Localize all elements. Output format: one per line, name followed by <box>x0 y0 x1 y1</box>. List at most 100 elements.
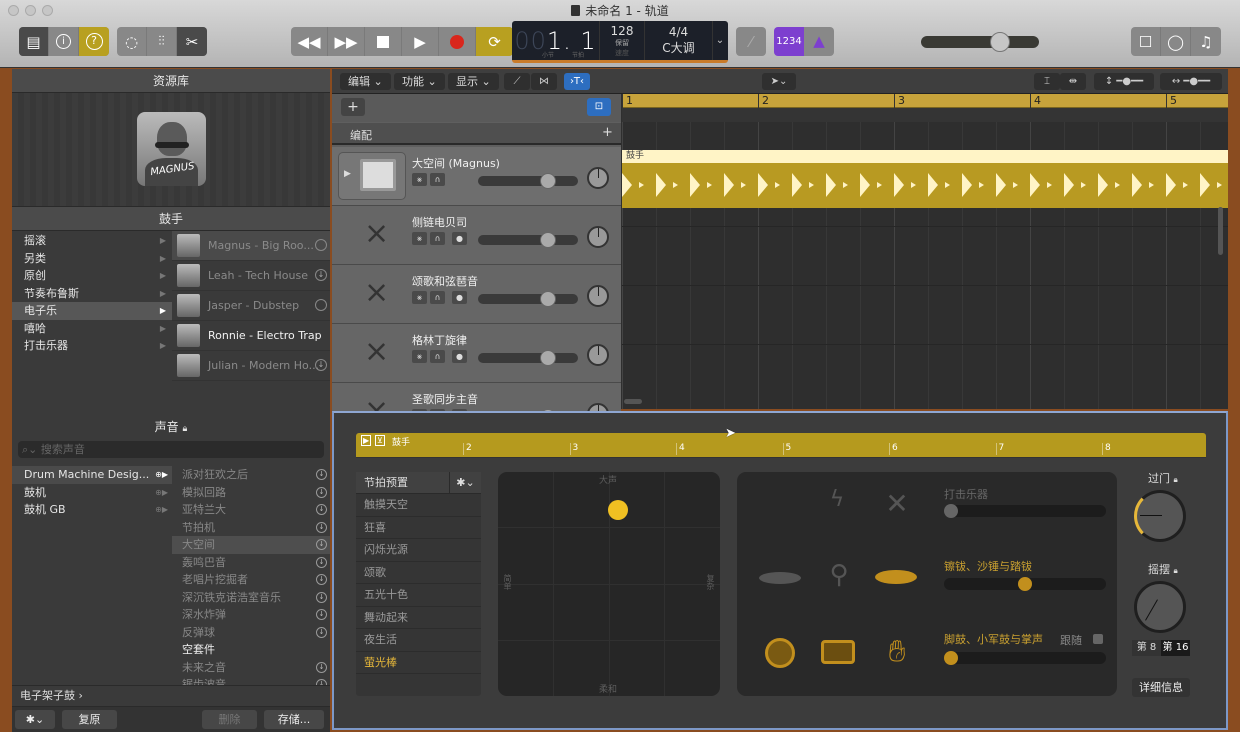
preset-item[interactable]: 触摸天空 <box>356 494 481 517</box>
lightning-icon[interactable]: ϟ <box>815 487 859 512</box>
library-button[interactable]: ▤ <box>19 27 49 56</box>
solo-button[interactable]: ∩ <box>430 291 445 304</box>
fit-horizontal-button[interactable]: ⇹ <box>1060 73 1086 90</box>
genre-item[interactable]: 嘻哈 ▶ <box>12 320 172 338</box>
fit-vertical-button[interactable]: ⌶ <box>1034 73 1060 90</box>
download-icon[interactable]: ↓ <box>316 609 327 620</box>
track-header[interactable]: ▶ 大空间 (Magnus) ⨳ ∩ <box>332 147 621 206</box>
swing-16th-button[interactable]: 第 16 <box>1161 640 1190 656</box>
percussion-slider[interactable] <box>944 504 1106 518</box>
kick-drum-icon[interactable] <box>765 638 795 668</box>
play-button[interactable]: ▶ <box>402 27 439 56</box>
edit-menu[interactable]: 编辑 ⌄ <box>340 73 391 90</box>
preset-item[interactable]: 舞动起来 <box>356 607 481 629</box>
swing-knob[interactable] <box>1134 581 1186 633</box>
smart-controls-button[interactable]: ◌ <box>117 27 147 56</box>
fills-knob[interactable] <box>1134 490 1186 542</box>
genre-item[interactable]: 节奏布鲁斯 ▶ <box>12 285 172 303</box>
kick-snare-slider-knob[interactable] <box>944 651 958 665</box>
position-display[interactable]: 001. 1 小节 节拍 <box>512 21 600 60</box>
preset-item[interactable]: 萤光棒 <box>356 652 481 674</box>
patch-item[interactable]: 派对狂欢之后 ↓ <box>172 466 330 484</box>
patch-item[interactable]: 模拟回路 ↓ <box>172 484 330 502</box>
patch-item[interactable]: 老唱片挖掘者 ↓ <box>172 571 330 589</box>
hihat-icon[interactable] <box>875 570 917 584</box>
help-button[interactable]: ? <box>79 27 109 56</box>
sound-search-field[interactable]: ⌕⌄ 搜索声音 <box>18 441 324 458</box>
genre-item[interactable]: 电子乐 ▶ <box>12 302 172 320</box>
download-icon[interactable]: ↓ <box>316 591 327 603</box>
functions-menu[interactable]: 功能 ⌄ <box>394 73 445 90</box>
disclosure-triangle-icon[interactable]: ▶ <box>344 169 351 179</box>
percussion-slider-knob[interactable] <box>944 504 958 518</box>
download-icon[interactable]: ↓ <box>315 269 327 281</box>
patch-item[interactable]: 深沉铁克诺浩室音乐 ↓ <box>172 589 330 607</box>
patch-item[interactable]: 未来之音 ↓ <box>172 659 330 677</box>
notepad-button[interactable]: ☐ <box>1131 27 1161 56</box>
volume-knob[interactable] <box>989 32 1010 52</box>
patch-item[interactable]: 节拍机 ↓ <box>172 519 330 537</box>
scissors-button[interactable]: ✂ <box>177 27 207 56</box>
download-icon[interactable]: ↓ <box>316 521 327 533</box>
revert-button[interactable]: 复原 <box>62 710 117 729</box>
volume-fader[interactable] <box>478 350 578 366</box>
track-header[interactable]: ⨯ 格林丁旋律 ⨳ ∩ ● <box>332 324 621 383</box>
download-icon[interactable]: ↓ <box>316 574 327 585</box>
snare-drum-icon[interactable] <box>821 640 855 664</box>
pan-knob[interactable] <box>587 285 609 307</box>
patch-item[interactable]: 亚特兰大 ↓ <box>172 501 330 519</box>
genre-item[interactable]: 摇滚 ▶ <box>12 232 172 250</box>
hand-clap-icon[interactable]: ✋︎ <box>875 634 919 669</box>
snap-button[interactable]: ›T‹ <box>564 73 590 90</box>
preset-item[interactable]: 五光十色 <box>356 584 481 607</box>
tempo-display[interactable]: 128 保留 速度 <box>600 21 645 60</box>
lock-icon[interactable]: 🔒︎ <box>1174 566 1178 575</box>
preset-item[interactable]: 夜生活 <box>356 629 481 652</box>
record-enable-button[interactable]: ● <box>452 232 467 245</box>
patch-item[interactable]: 锯齿波音 ↓ <box>172 676 330 685</box>
download-icon[interactable]: ↓ <box>316 504 327 515</box>
info-button[interactable]: i <box>49 27 79 56</box>
add-arrangement-button[interactable]: + <box>602 125 613 140</box>
view-menu[interactable]: 显示 ⌄ <box>448 73 499 90</box>
genre-item[interactable]: 打击乐器 ▶ <box>12 337 172 355</box>
patch-item[interactable]: 空套件 <box>172 641 330 659</box>
drummer-item[interactable]: Julian - Modern Ho... ↓ <box>172 351 330 381</box>
volume-fader[interactable] <box>478 291 578 307</box>
claves-icon[interactable]: ✕ <box>875 487 919 520</box>
patch-item[interactable]: 反弹球 ↓ <box>172 624 330 642</box>
mixer-button[interactable]: ⫶⫶ <box>147 27 177 56</box>
fader-knob[interactable] <box>540 350 556 366</box>
pointer-tool-menu[interactable]: ➤⌄ <box>762 73 796 90</box>
lock-icon[interactable]: 🔒︎ <box>1174 475 1178 484</box>
download-icon[interactable]: ↓ <box>316 626 327 638</box>
editor-ruler[interactable]: ▶ ⊻ 鼓手 2345678 <box>356 433 1206 458</box>
kit-item[interactable]: Drum Machine Desig... ⊕▶ <box>12 466 172 484</box>
timeline-ruler[interactable]: 1 2 3 4 5 <box>622 94 1228 108</box>
solo-button[interactable]: ∩ <box>430 232 445 245</box>
mute-button[interactable]: ⨳ <box>412 291 427 304</box>
automation-button[interactable]: ⟋ <box>504 73 530 90</box>
kit-item[interactable]: 鼓机 GB ⊕▶ <box>12 501 172 519</box>
fader-knob[interactable] <box>540 291 556 307</box>
preset-item[interactable]: 颂歌 <box>356 562 481 584</box>
track-header[interactable]: ⨯ 颂歌和弦琶音 ⨳ ∩ ● <box>332 265 621 324</box>
download-icon[interactable]: ↓ <box>316 661 327 673</box>
drummer-item[interactable]: Ronnie - Electro Trap <box>172 321 330 351</box>
record-button[interactable] <box>439 27 476 56</box>
download-icon[interactable]: ↓ <box>316 556 327 568</box>
shaker-icon[interactable] <box>759 572 801 584</box>
volume-fader[interactable] <box>478 232 578 248</box>
preset-item[interactable]: 狂喜 <box>356 517 481 539</box>
lcd-display[interactable]: 001. 1 小节 节拍 128 保留 速度 4/4 C大调 ⌄ <box>512 21 728 63</box>
maraca-icon[interactable]: ⚲ <box>817 560 861 590</box>
rewind-button[interactable]: ◀◀ <box>291 27 328 56</box>
fast-forward-button[interactable]: ▶▶ <box>328 27 365 56</box>
solo-button[interactable]: ∩ <box>430 350 445 363</box>
pan-knob[interactable] <box>587 167 609 189</box>
volume-fader[interactable] <box>478 173 578 189</box>
add-track-button[interactable]: + <box>341 98 365 116</box>
global-tracks-button[interactable]: ⊡ <box>587 98 611 116</box>
swing-8th-button[interactable]: 第 8 <box>1132 640 1161 656</box>
details-button[interactable]: 详细信息 <box>1132 678 1190 697</box>
